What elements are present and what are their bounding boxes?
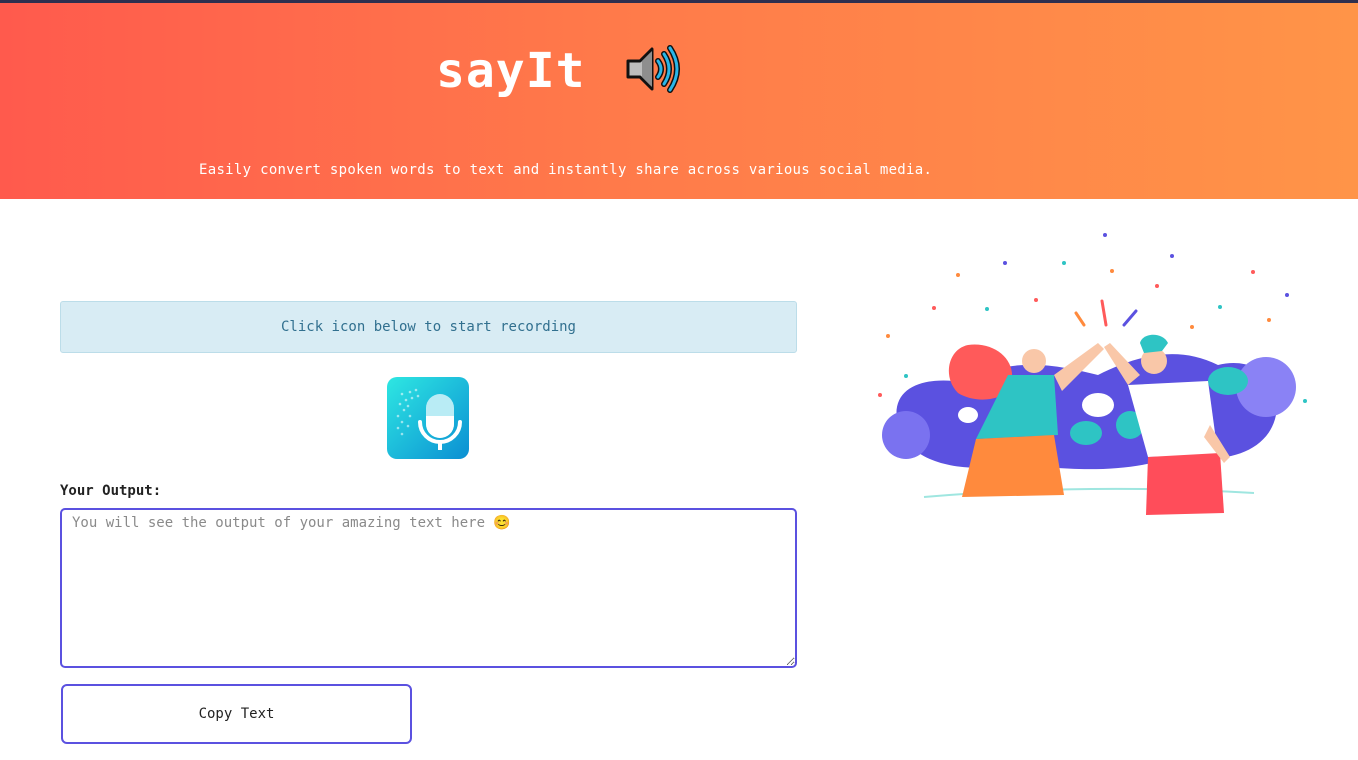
output-textarea[interactable] xyxy=(60,508,797,668)
app-title: sayIt xyxy=(436,43,586,99)
tagline: Easily convert spoken words to text and … xyxy=(199,162,933,178)
hero-header: sayIt Easily convert spoken words to tex… xyxy=(0,3,1358,199)
recording-instruction: Click icon below to start recording xyxy=(60,301,797,353)
copy-text-button[interactable]: Copy Text xyxy=(61,684,412,744)
microphone-icon[interactable] xyxy=(386,376,470,460)
high-five-illustration xyxy=(858,225,1318,525)
recording-instruction-text: Click icon below to start recording xyxy=(280,319,576,335)
output-label: Your Output: xyxy=(60,483,162,499)
speaker-icon xyxy=(622,41,684,97)
